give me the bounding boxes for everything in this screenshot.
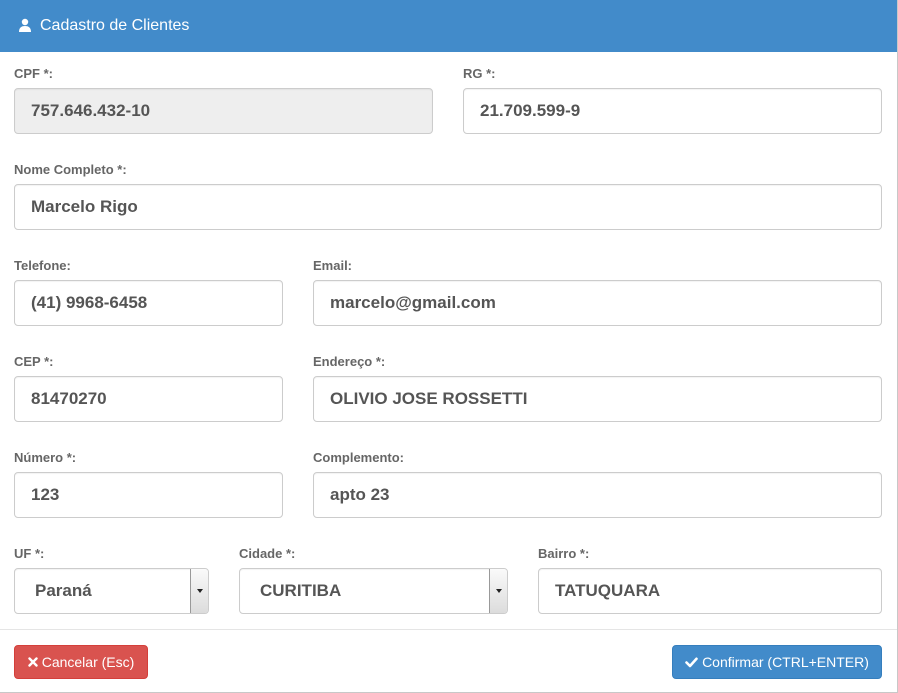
telefone-label: Telefone: [14,258,71,273]
cep-value: 81470270 [31,389,107,408]
footer-divider [0,629,897,630]
cidade-select[interactable]: CURITIBA [239,568,508,614]
bairro-input[interactable]: TATUQUARA [538,568,882,614]
numero-label: Número *: [14,450,77,465]
nome-label: Nome Completo *: [14,162,127,177]
telefone-input[interactable]: (41) 9968-6458 [14,280,283,326]
uf-label: UF *: [14,546,45,561]
bairro-label: Bairro *: [538,546,590,561]
rg-input[interactable]: 21.709.599-9 [463,88,882,134]
chevron-down-icon[interactable] [489,569,507,613]
complemento-input[interactable]: apto 23 [313,472,882,518]
close-icon [28,657,38,667]
email-label: Email: [313,258,353,273]
confirm-button-label: Confirmar (CTRL+ENTER) [702,654,869,670]
email-value: marcelo@gmail.com [330,293,496,312]
cidade-label: Cidade *: [239,546,296,561]
cep-label: CEP *: [14,354,54,369]
cpf-label: CPF *: [14,66,53,81]
endereco-label: Endereço *: [313,354,386,369]
cancel-button-label: Cancelar (Esc) [41,654,135,670]
modal-header: Cadastro de Clientes [0,0,897,52]
rg-label: RG *: [463,66,496,81]
numero-input[interactable]: 123 [14,472,283,518]
email-input[interactable]: marcelo@gmail.com [313,280,882,326]
uf-value: Paraná [35,581,92,600]
bairro-value: TATUQUARA [555,581,661,600]
numero-value: 123 [31,485,60,504]
cpf-input[interactable]: 757.646.432-10 [14,88,433,134]
telefone-value: (41) 9968-6458 [31,293,148,312]
cep-input[interactable]: 81470270 [14,376,283,422]
nome-input[interactable]: Marcelo Rigo [14,184,882,230]
cancel-button[interactable]: Cancelar (Esc) [14,645,148,679]
complemento-value: apto 23 [330,485,390,504]
modal-title: Cadastro de Clientes [40,17,190,34]
complemento-label: Complemento: [313,450,404,465]
cidade-value: CURITIBA [260,581,342,600]
rg-value: 21.709.599-9 [480,101,581,120]
nome-value: Marcelo Rigo [31,197,138,216]
check-icon [685,657,698,667]
endereco-value: OLIVIO JOSE ROSSETTI [330,389,528,408]
confirm-button[interactable]: Confirmar (CTRL+ENTER) [672,645,882,679]
chevron-down-icon[interactable] [190,569,208,613]
client-registration-modal: Cadastro de Clientes CPF *: 757.646.432-… [0,0,898,693]
user-icon [18,18,32,32]
endereco-input[interactable]: OLIVIO JOSE ROSSETTI [313,376,882,422]
uf-select[interactable]: Paraná [14,568,209,614]
cpf-value: 757.646.432-10 [31,101,151,120]
